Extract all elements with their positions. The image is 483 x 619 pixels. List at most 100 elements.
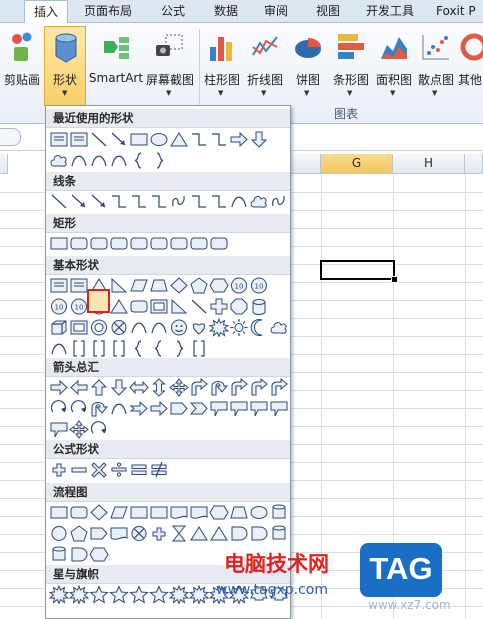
num-shape[interactable]: 10 xyxy=(229,276,249,295)
para-shape[interactable] xyxy=(109,503,129,522)
notched-shape[interactable] xyxy=(129,399,149,418)
num-shape[interactable]: 10 xyxy=(69,297,89,316)
rrect-shape[interactable] xyxy=(109,234,129,253)
callout-shape[interactable] xyxy=(249,399,269,418)
minus-shape[interactable] xyxy=(69,460,89,479)
hex-shape[interactable] xyxy=(209,503,229,522)
scribble-shape[interactable] xyxy=(169,192,189,211)
hourglass-shape[interactable] xyxy=(169,524,189,543)
can-shape[interactable] xyxy=(249,297,269,316)
rrect-shape[interactable] xyxy=(189,234,209,253)
bracket-shape[interactable] xyxy=(109,339,129,358)
bracket-shape[interactable] xyxy=(89,339,109,358)
active-cell[interactable] xyxy=(320,260,395,280)
smile-shape[interactable] xyxy=(169,318,189,337)
curve-shape[interactable] xyxy=(109,151,129,170)
rrect-shape[interactable] xyxy=(89,234,109,253)
bracket-shape[interactable] xyxy=(69,339,89,358)
frame-shape[interactable] xyxy=(149,297,169,316)
heart-shape[interactable] xyxy=(189,318,209,337)
elbow-shape[interactable] xyxy=(129,192,149,211)
rarrow-shape[interactable] xyxy=(229,130,249,149)
tab-data[interactable]: 数据 xyxy=(203,0,249,22)
burst-shape[interactable] xyxy=(169,585,189,604)
donut-shape[interactable] xyxy=(89,318,109,337)
curve-shape[interactable] xyxy=(89,151,109,170)
uturn-shape[interactable] xyxy=(209,378,229,397)
doc-shape[interactable] xyxy=(169,503,189,522)
curve-shape[interactable] xyxy=(49,339,69,358)
callout-shape[interactable] xyxy=(269,399,289,418)
rect-shape[interactable] xyxy=(49,503,69,522)
brace-shape[interactable] xyxy=(149,339,169,358)
rect-shape[interactable] xyxy=(149,503,169,522)
num-shape[interactable]: 10 xyxy=(249,276,269,295)
line-chart-button[interactable]: 折线图 ▼ xyxy=(244,27,286,99)
rrect-shape[interactable] xyxy=(169,234,189,253)
line-shape[interactable] xyxy=(189,297,209,316)
tri-shape[interactable] xyxy=(189,524,209,543)
darrow-shape[interactable] xyxy=(249,130,269,149)
doc-shape[interactable] xyxy=(189,503,209,522)
circle-shape[interactable] xyxy=(49,524,69,543)
star5-shape[interactable] xyxy=(149,585,169,604)
moon-shape[interactable] xyxy=(249,318,269,337)
rarrow-shape[interactable] xyxy=(149,399,169,418)
uarrow-shape[interactable] xyxy=(89,378,109,397)
cube-shape[interactable] xyxy=(49,318,69,337)
rtri-shape[interactable] xyxy=(109,276,129,295)
hex-shape[interactable] xyxy=(89,545,109,564)
elbow-shape[interactable] xyxy=(189,130,209,149)
rrect-shape[interactable] xyxy=(69,234,89,253)
callout-shape[interactable] xyxy=(49,420,69,439)
column-header-g[interactable]: G xyxy=(321,154,393,174)
smartart-button[interactable]: SmartArt xyxy=(88,27,144,99)
frame-shape[interactable] xyxy=(69,318,89,337)
num-shape[interactable]: 10 xyxy=(49,297,69,316)
equal-shape[interactable] xyxy=(129,460,149,479)
cyl-shape[interactable] xyxy=(49,545,69,564)
textbox-shape[interactable] xyxy=(69,130,89,149)
circarrow-shape[interactable] xyxy=(69,399,89,418)
oct-shape[interactable] xyxy=(229,297,249,316)
times-shape[interactable] xyxy=(89,460,109,479)
curve-shape[interactable] xyxy=(229,192,249,211)
burst-shape[interactable] xyxy=(69,585,89,604)
textbox-shape[interactable] xyxy=(69,276,89,295)
rrect-shape[interactable] xyxy=(129,234,149,253)
cyl-shape[interactable] xyxy=(269,503,289,522)
bentarrow-shape[interactable] xyxy=(269,378,289,397)
screenshot-button[interactable]: 屏幕截图 ▼ xyxy=(144,27,196,99)
pie-chart-button[interactable]: 饼图 ▼ xyxy=(290,27,326,99)
uturn-shape[interactable] xyxy=(89,399,109,418)
plus-shape[interactable] xyxy=(149,524,169,543)
elbow-shape[interactable] xyxy=(109,192,129,211)
line-shape[interactable] xyxy=(89,130,109,149)
arrow-shape[interactable] xyxy=(109,130,129,149)
trap-shape[interactable] xyxy=(229,503,249,522)
bracket-shape[interactable] xyxy=(189,339,209,358)
rarrow-shape[interactable] xyxy=(49,378,69,397)
callout-shape[interactable] xyxy=(229,399,249,418)
fill-handle[interactable] xyxy=(391,276,398,283)
elbow-shape[interactable] xyxy=(149,192,169,211)
textbox-shape[interactable] xyxy=(49,276,69,295)
tab-review[interactable]: 审阅 xyxy=(256,0,296,22)
rect-shape[interactable] xyxy=(49,234,69,253)
burst-shape[interactable] xyxy=(49,585,69,604)
elbow-shape[interactable] xyxy=(209,192,229,211)
circarrow-shape[interactable] xyxy=(89,420,109,439)
burst-shape[interactable] xyxy=(189,585,209,604)
line-shape[interactable] xyxy=(49,192,69,211)
hex-shape[interactable] xyxy=(209,276,229,295)
rrect-shape[interactable] xyxy=(209,234,229,253)
curve-shape[interactable] xyxy=(129,318,149,337)
rtri-shape[interactable] xyxy=(169,297,189,316)
other-charts-button[interactable]: 其他 xyxy=(458,27,483,99)
elbow-shape[interactable] xyxy=(189,192,209,211)
arrow-shape[interactable] xyxy=(89,192,109,211)
tab-developer[interactable]: 开发工具 xyxy=(360,0,420,22)
brace-shape[interactable] xyxy=(129,151,149,170)
burst-shape[interactable] xyxy=(209,318,229,337)
pentarrow-shape[interactable] xyxy=(89,524,109,543)
